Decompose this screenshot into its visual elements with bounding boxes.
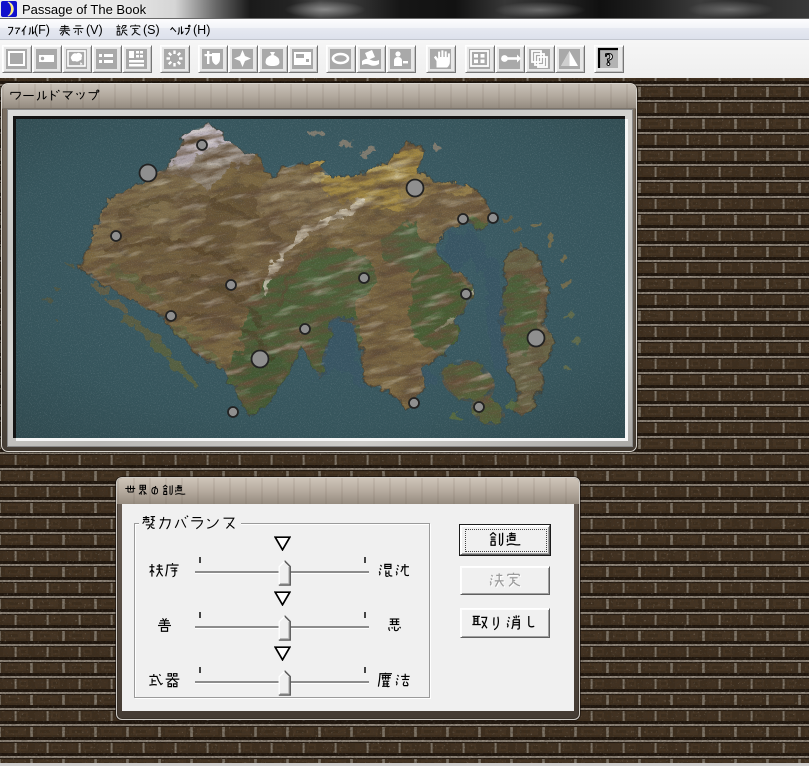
svg-text:?: ? [605,50,614,70]
